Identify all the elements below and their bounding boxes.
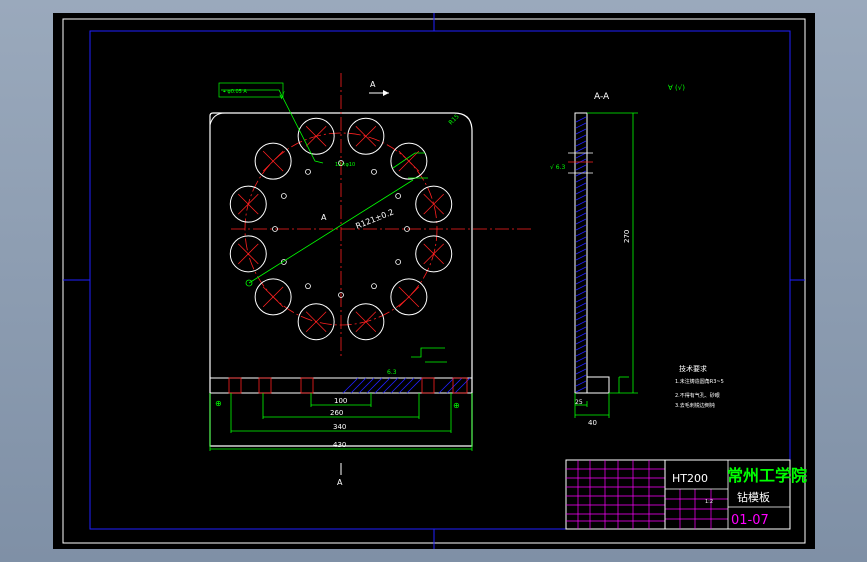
technical-requirements: 技术要求 1.未注铸造圆角R3~5 2.不得有气孔、砂眼 3.去毛刺锐边倒钝	[675, 364, 724, 409]
pin-hole	[371, 283, 377, 290]
datum-mark-right: ⊕	[453, 401, 460, 410]
section-dimensions	[574, 112, 638, 418]
dim-25: 25	[575, 399, 583, 406]
centering-marks	[63, 13, 805, 549]
pin-hole	[371, 168, 377, 175]
base-hatch	[342, 377, 471, 394]
title-block-grid	[566, 460, 728, 529]
tech-note-2: 2.不得有气孔、砂眼	[675, 392, 720, 399]
hole-callout: 12×φ10	[335, 162, 355, 168]
section-view: A-A 270 25 40 √ 6.3 ∀ (√)	[550, 84, 685, 427]
dim-430: 430	[333, 441, 346, 449]
section-arrow-bottom: A	[337, 463, 343, 487]
front-view: R121±0.2 A 12×φ10 ⌖ φ0.05 A √ R15 A A 10…	[209, 73, 533, 487]
title-block: HT200 常州工学院 钻模板 01-07 1:2	[565, 459, 807, 530]
tech-note-1: 1.未注铸造圆角R3~5	[675, 378, 724, 385]
dim-height: 270	[623, 230, 631, 243]
section-mark-bottom: A	[337, 478, 343, 487]
drawing-number: 01-07	[731, 513, 769, 528]
section-title: A-A	[594, 92, 610, 102]
roughness-symbol: √	[279, 91, 285, 102]
scale-text: 1:2	[705, 499, 713, 505]
tech-note-3: 3.去毛刺锐边倒钝	[675, 402, 715, 409]
tech-title: 技术要求	[679, 364, 707, 373]
part-name: 钻模板	[737, 490, 770, 504]
section-hatch	[575, 116, 587, 393]
radius-dimension: R121±0.2	[354, 207, 395, 230]
base-holes	[228, 377, 468, 394]
drawing-sheet: R121±0.2 A 12×φ10 ⌖ φ0.05 A √ R15 A A 10…	[53, 13, 815, 549]
cad-drawing: R121±0.2 A 12×φ10 ⌖ φ0.05 A √ R15 A A 10…	[62, 13, 807, 549]
inner-frame	[89, 30, 791, 530]
section-mark-top: A	[370, 80, 376, 89]
pin-hole	[305, 283, 311, 290]
dim-260: 260	[330, 409, 343, 417]
general-roughness: ∀ (√)	[668, 84, 685, 92]
base-dimensions	[209, 361, 473, 451]
dim-340: 340	[333, 423, 346, 431]
pin-hole	[395, 193, 402, 199]
material-text: HT200	[672, 472, 708, 485]
dim-s: 6.3	[387, 369, 397, 376]
pin-hole	[395, 259, 402, 265]
pin-hole	[280, 193, 287, 199]
section-arrow-top: A	[369, 80, 389, 96]
section-roughness: √ 6.3	[550, 164, 565, 171]
pin-hole	[305, 168, 311, 175]
dim-40: 40	[588, 419, 597, 427]
dim-100: 100	[334, 397, 347, 405]
outer-frame	[62, 18, 806, 544]
center-mark-label: A	[321, 213, 327, 222]
datum-mark-left: ⊕	[215, 399, 222, 408]
tolerance-frame-text: ⌖ φ0.05 A	[223, 89, 247, 95]
school-name: 常州工学院	[727, 466, 807, 485]
chamfer-label: R15	[447, 113, 460, 126]
